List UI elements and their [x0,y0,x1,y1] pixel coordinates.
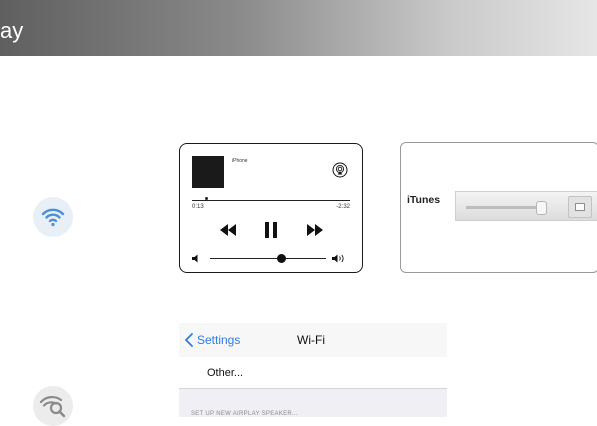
itunes-toolbar [455,191,597,221]
section-header: SET UP NEW AIRPLAY SPEAKER... [191,411,298,417]
itunes-airplay-button[interactable] [568,196,592,218]
itunes-volume-track[interactable] [466,206,536,209]
progress-track[interactable] [192,200,350,201]
volume-track[interactable] [210,258,326,259]
pause-icon[interactable] [264,222,278,238]
nav-title: Wi-Fi [297,333,325,347]
other-network-row[interactable]: Other... [179,357,447,389]
time-remaining: -2:32 [336,204,350,210]
progress-knob[interactable] [204,197,208,200]
wifi-settings-panel: Settings Wi-Fi Other... SET UP NEW AIRPL… [179,323,447,417]
volume-max-icon [332,254,344,263]
device-name: iPhone [232,158,248,164]
wifi-badge [33,197,73,237]
volume-knob[interactable] [277,254,287,263]
wifi-search-icon [39,395,66,418]
back-button[interactable]: Settings [197,333,240,347]
airplay-player-card: iPhone 0:13 -2:32 [179,143,363,273]
rewind-icon[interactable] [220,224,236,236]
other-network-label: Other... [207,367,244,379]
header-band: ay [0,0,597,56]
volume-min-icon [192,254,198,263]
album-art [192,156,224,188]
wifi-search-badge [33,386,73,426]
header-title: ay [0,18,24,43]
chevron-left-icon[interactable] [184,333,194,347]
itunes-volume-knob[interactable] [536,201,547,215]
airplay-icon[interactable] [332,162,348,178]
wifi-icon [41,208,65,227]
itunes-label: iTunes [407,194,441,206]
monitor-icon [575,203,585,211]
nav-bar: Settings Wi-Fi [179,323,447,358]
forward-icon[interactable] [307,224,323,236]
time-elapsed: 0:13 [192,204,204,210]
itunes-card: iTunes [400,142,597,273]
